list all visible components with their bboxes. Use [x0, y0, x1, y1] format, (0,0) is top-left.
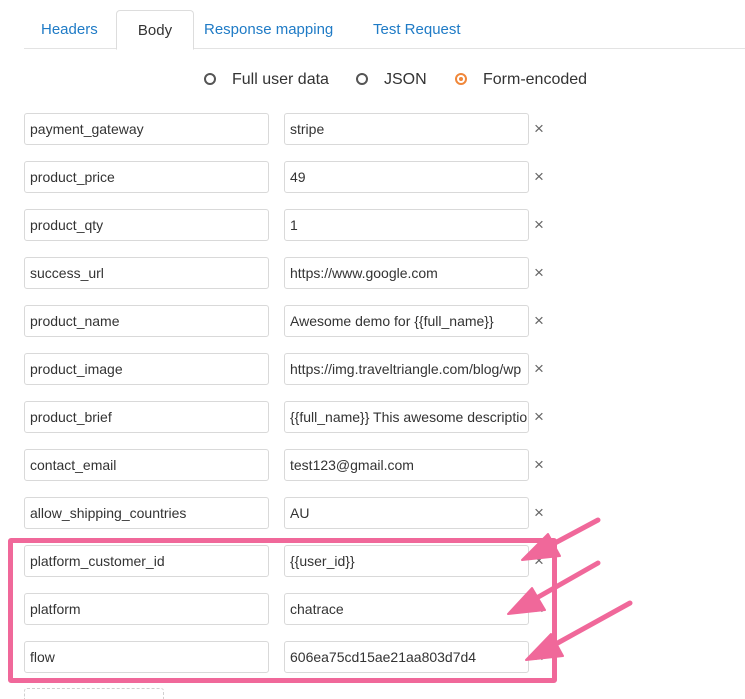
field-key-input[interactable]: platform: [24, 593, 269, 625]
field-value-input[interactable]: 606ea75cd15ae21aa803d7d4: [284, 641, 529, 673]
form-field-row: product_brief {{full_name}} This awesome…: [0, 401, 745, 433]
field-value-input[interactable]: https://img.traveltriangle.com/blog/wp: [284, 353, 529, 385]
form-field-row: payment_gateway stripe ×: [0, 113, 745, 145]
field-value-input[interactable]: https://www.google.com: [284, 257, 529, 289]
form-field-row: allow_shipping_countries AU ×: [0, 497, 745, 529]
form-field-row: success_url https://www.google.com ×: [0, 257, 745, 289]
remove-field-icon[interactable]: ×: [532, 545, 546, 577]
add-field-button[interactable]: [24, 688, 164, 699]
body-type-radio-group: Full user data JSON Form-encoded: [0, 68, 745, 92]
remove-field-icon[interactable]: ×: [532, 305, 546, 337]
tab-bar: Headers Body Response mapping Test Reque…: [24, 10, 745, 50]
field-key-input[interactable]: product_qty: [24, 209, 269, 241]
field-key-input[interactable]: product_name: [24, 305, 269, 337]
remove-field-icon[interactable]: ×: [532, 113, 546, 145]
field-value-input[interactable]: 1: [284, 209, 529, 241]
field-value-input[interactable]: {{full_name}} This awesome description: [284, 401, 529, 433]
form-field-row: product_qty 1 ×: [0, 209, 745, 241]
field-key-input[interactable]: product_brief: [24, 401, 269, 433]
form-field-row: product_name Awesome demo for {{full_nam…: [0, 305, 745, 337]
field-key-input[interactable]: payment_gateway: [24, 113, 269, 145]
form-field-row: platform_customer_id {{user_id}} ×: [0, 545, 745, 577]
field-key-input[interactable]: allow_shipping_countries: [24, 497, 269, 529]
field-value-input[interactable]: test123@gmail.com: [284, 449, 529, 481]
field-value-input[interactable]: Awesome demo for {{full_name}}: [284, 305, 529, 337]
form-field-row: flow 606ea75cd15ae21aa803d7d4 ×: [0, 641, 745, 673]
field-value-input[interactable]: {{user_id}}: [284, 545, 529, 577]
form-field-row: product_price 49 ×: [0, 161, 745, 193]
field-value-input[interactable]: chatrace: [284, 593, 529, 625]
remove-field-icon[interactable]: ×: [532, 353, 546, 385]
remove-field-icon[interactable]: ×: [532, 209, 546, 241]
remove-field-icon[interactable]: ×: [532, 641, 546, 673]
remove-field-icon[interactable]: ×: [532, 401, 546, 433]
field-key-input[interactable]: platform_customer_id: [24, 545, 269, 577]
radio-label: Form-encoded: [483, 71, 588, 88]
radio-label: Full user data: [232, 71, 329, 88]
remove-field-icon[interactable]: ×: [532, 497, 546, 529]
radio-circle-icon: [356, 73, 368, 85]
field-key-input[interactable]: contact_email: [24, 449, 269, 481]
form-field-row: contact_email test123@gmail.com ×: [0, 449, 745, 481]
radio-checked-icon: [455, 73, 467, 85]
remove-field-icon[interactable]: ×: [532, 449, 546, 481]
remove-field-icon[interactable]: ×: [532, 257, 546, 289]
field-key-input[interactable]: flow: [24, 641, 269, 673]
remove-field-icon[interactable]: ×: [532, 161, 546, 193]
field-value-input[interactable]: AU: [284, 497, 529, 529]
form-field-row: platform chatrace ×: [0, 593, 745, 625]
remove-field-icon[interactable]: ×: [532, 593, 546, 625]
tab-response-mapping[interactable]: Response mapping: [204, 10, 333, 47]
radio-label: JSON: [384, 71, 427, 88]
field-value-input[interactable]: stripe: [284, 113, 529, 145]
field-value-input[interactable]: 49: [284, 161, 529, 193]
annotation-arrows: [507, 517, 633, 661]
field-key-input[interactable]: success_url: [24, 257, 269, 289]
tab-headers[interactable]: Headers: [41, 10, 98, 47]
tab-body[interactable]: Body: [116, 10, 194, 50]
radio-circle-icon: [204, 73, 216, 85]
tab-test-request[interactable]: Test Request: [373, 10, 461, 47]
field-key-input[interactable]: product_image: [24, 353, 269, 385]
form-field-row: product_image https://img.traveltriangle…: [0, 353, 745, 385]
field-key-input[interactable]: product_price: [24, 161, 269, 193]
